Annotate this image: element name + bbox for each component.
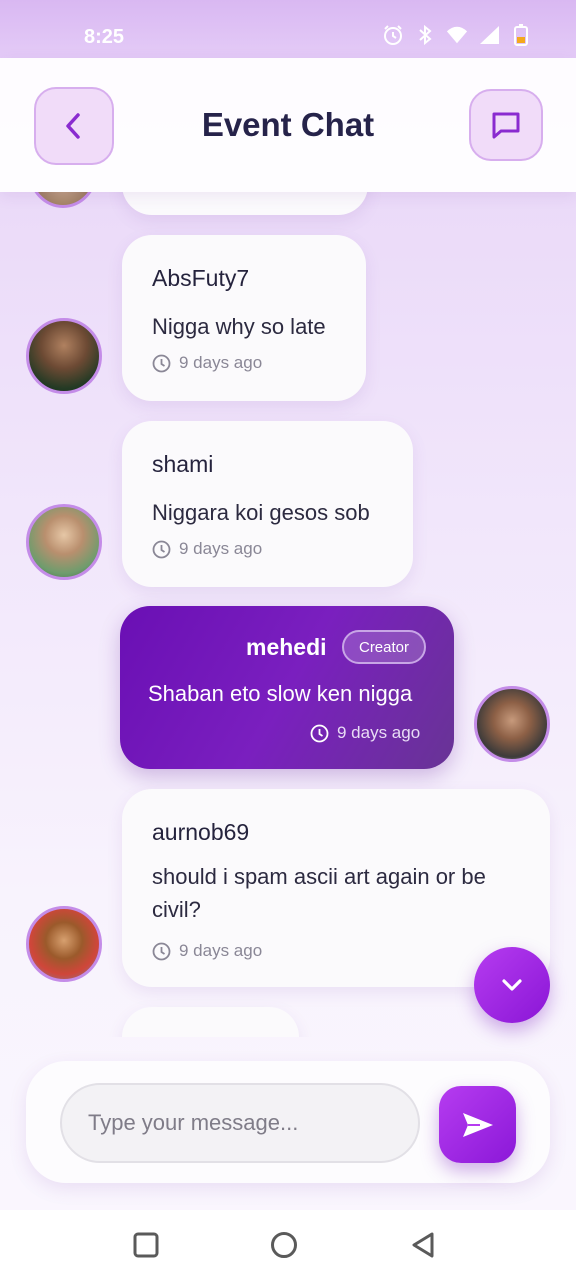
avatar[interactable] bbox=[26, 906, 102, 982]
back-nav-button[interactable] bbox=[408, 1230, 438, 1260]
message-text-continued: civil? bbox=[152, 897, 201, 922]
triangle-back-icon bbox=[412, 1232, 434, 1258]
message-text: Niggara koi gesos sob bbox=[152, 500, 370, 525]
send-icon bbox=[462, 1112, 493, 1137]
message-time-text: 9 days ago bbox=[179, 539, 263, 558]
system-navigation-bar bbox=[0, 1210, 576, 1280]
message-timestamp: 9 days ago bbox=[152, 539, 262, 559]
message-author: mehedi bbox=[246, 634, 327, 660]
chat-options-button[interactable] bbox=[469, 89, 543, 161]
status-time: 8:25 bbox=[84, 26, 125, 48]
status-icons bbox=[382, 24, 532, 46]
recents-button[interactable] bbox=[131, 1230, 161, 1260]
message-text: Shaban eto slow ken nigga bbox=[148, 681, 413, 706]
wifi-icon bbox=[446, 24, 468, 46]
home-button[interactable] bbox=[269, 1230, 299, 1260]
chevron-down-icon bbox=[502, 979, 522, 991]
clock-icon bbox=[152, 540, 171, 558]
message-text: should i spam ascii art again or be bbox=[152, 864, 486, 889]
avatar bbox=[28, 192, 98, 208]
battery-icon bbox=[510, 24, 532, 46]
message-timestamp: 9 days ago bbox=[310, 723, 420, 743]
message-time-text: 9 days ago bbox=[179, 941, 263, 960]
scroll-to-bottom-button[interactable] bbox=[474, 947, 550, 1023]
signal-icon bbox=[478, 24, 500, 46]
clock-icon bbox=[310, 724, 329, 742]
avatar[interactable] bbox=[26, 504, 102, 580]
message-composer bbox=[26, 1061, 550, 1183]
alarm-icon bbox=[382, 24, 404, 46]
message-time-text: 9 days ago bbox=[337, 723, 421, 742]
message-time-text: 9 days ago bbox=[179, 353, 263, 372]
creator-badge: Creator bbox=[342, 630, 426, 664]
avatar[interactable] bbox=[26, 318, 102, 394]
message-bubble-partial bbox=[122, 192, 368, 215]
avatar[interactable] bbox=[474, 686, 550, 762]
square-icon bbox=[133, 1232, 159, 1258]
message-bubble[interactable]: shami Niggara koi gesos sob bbox=[122, 421, 413, 587]
message-author: aurnob69 bbox=[152, 819, 250, 845]
message-input[interactable] bbox=[60, 1083, 420, 1163]
clock-icon bbox=[152, 942, 171, 960]
message-list[interactable]: AbsFuty7 Nigga why so late 9 days ago sh… bbox=[0, 192, 576, 1037]
status-bar: 8:25 bbox=[0, 0, 576, 58]
message-timestamp: 9 days ago bbox=[152, 353, 262, 373]
message-timestamp: 9 days ago bbox=[152, 941, 262, 961]
clock-icon bbox=[152, 354, 171, 372]
own-message-bubble[interactable]: mehedi Creator Shaban eto slow ken nigga… bbox=[120, 606, 454, 769]
message-text: Nigga why so late bbox=[152, 314, 326, 339]
message-author: shami bbox=[152, 451, 214, 477]
message-bubble-partial bbox=[122, 1007, 299, 1037]
bluetooth-icon bbox=[414, 24, 436, 46]
message-bubble[interactable]: AbsFuty7 Nigga why so late bbox=[122, 235, 366, 401]
chat-bubble-icon bbox=[492, 112, 520, 139]
app-header: Event Chat bbox=[0, 58, 576, 192]
message-author: AbsFuty7 bbox=[152, 265, 250, 291]
circle-icon bbox=[271, 1232, 297, 1258]
send-button[interactable] bbox=[439, 1086, 516, 1163]
